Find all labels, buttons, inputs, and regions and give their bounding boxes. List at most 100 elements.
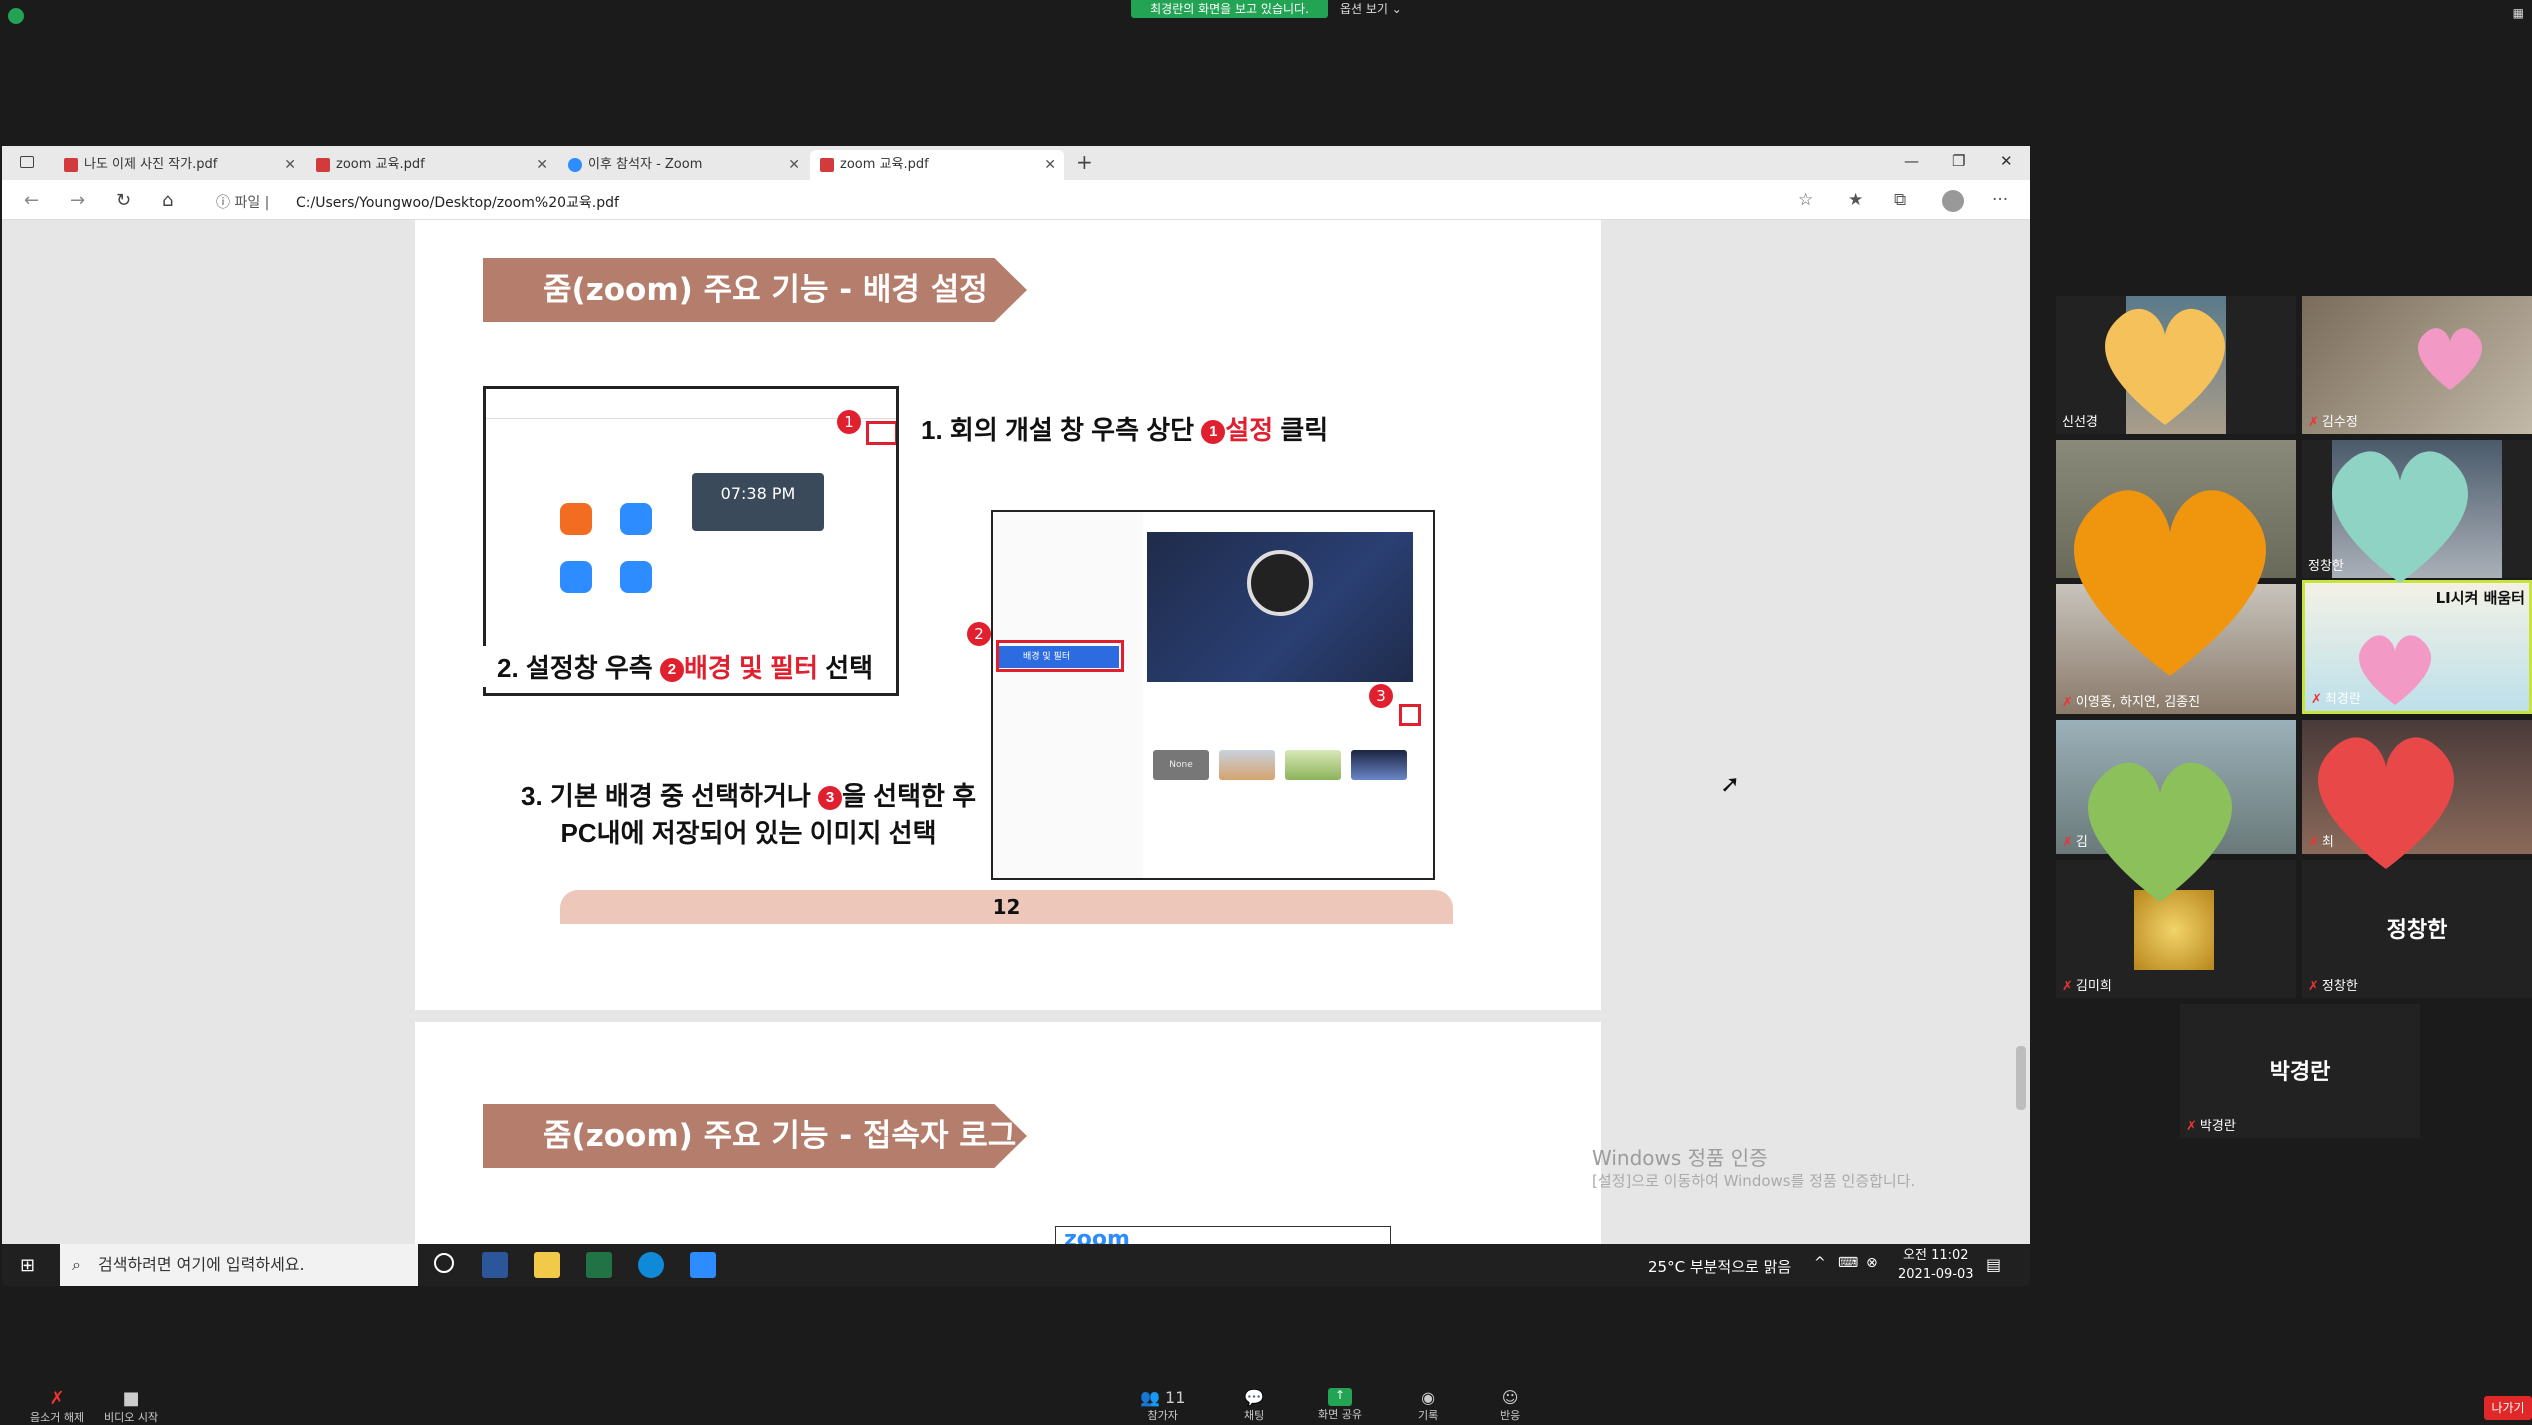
taskbar-search-input[interactable]: ⌕ 검색하려면 여기에 입력하세요. [60, 1244, 418, 1286]
favorites-icon[interactable]: ★ [1848, 190, 1863, 210]
tab-actions-icon[interactable] [20, 156, 34, 168]
clock-widget: 07:38 PM [692, 473, 824, 531]
settings-highlight-box [866, 421, 896, 445]
heart-icon [2074, 490, 2266, 676]
chat-button[interactable]: 💬 채팅 [1244, 1388, 1264, 1423]
more-menu-icon[interactable]: ··· [1992, 190, 2008, 210]
zoom-toolbar: ✗ 음소거 해제 ■ 비디오 시작 👥 11 참가자 💬 채팅 ↑ 화면 공유 ◉ 기록 ☺… [0, 1380, 2532, 1425]
participant-name: ✗ 김미희 [2062, 979, 2112, 994]
heart-icon [2418, 328, 2482, 390]
restore-icon[interactable]: ❐ [1952, 152, 1965, 170]
heart-icon [2088, 762, 2232, 902]
address-scheme-label: 파일 [234, 195, 261, 211]
heart-icon [2332, 451, 2468, 583]
security-shield-icon[interactable] [8, 8, 24, 24]
step-2-text: 2. 설정창 우측 2 배경 및 필터 선택 [483, 646, 888, 687]
reaction-icon: ☺ [1501, 1388, 1519, 1407]
edge-app-icon[interactable] [638, 1252, 664, 1278]
activation-watermark: Windows 정품 인증 [1592, 1146, 1768, 1170]
participant-name: ✗ 정창한 [2308, 979, 2358, 994]
reactions-button[interactable]: ☺ 반응 [1500, 1388, 1520, 1423]
tab-label: zoom 교육.pdf [840, 157, 929, 172]
pdf-icon [820, 158, 834, 172]
callout-2-badge: 2 [967, 622, 991, 646]
tab-bar: 나도 이제 사진 작가.pdf ✕ zoom 교육.pdf ✕ 이후 참석자 -… [2, 146, 2030, 180]
heart-icon [2359, 635, 2431, 705]
step-3-text: 3. 기본 배경 중 선택하거나 3을 선택한 후 PC내에 저장되어 있는 이… [521, 776, 976, 850]
record-button[interactable]: ◉ 기록 [1418, 1388, 1438, 1423]
step-1-prefix: 1. 회의 개설 창 우측 상단 [921, 415, 1202, 445]
tab-zoom-pdf[interactable]: zoom 교육.pdf ✕ [306, 150, 556, 180]
participant-tile[interactable]: 박경란 ✗ 박경란 [2180, 1004, 2420, 1138]
profile-avatar-icon[interactable] [1942, 190, 1964, 212]
close-tab-icon[interactable]: ✕ [788, 150, 800, 180]
muted-mic-icon: ✗ [2311, 692, 2322, 707]
background-grass-option [1285, 750, 1341, 780]
participant-big-name: 정창한 [2386, 918, 2448, 943]
windows-start-icon[interactable]: ⊞ [20, 1255, 35, 1276]
word-app-icon[interactable] [482, 1252, 508, 1278]
close-tab-icon[interactable]: ✕ [1044, 150, 1056, 180]
gallery-view-icon[interactable]: ▦ [2513, 6, 2524, 20]
view-options-button[interactable]: 옵션 보기 ⌄ [1340, 0, 1402, 18]
muted-mic-icon: ✗ [2308, 979, 2319, 994]
close-window-icon[interactable]: ✕ [2000, 152, 2013, 170]
page-number: 12 [560, 890, 1453, 924]
zoom-icon [568, 158, 582, 172]
minimize-icon[interactable]: — [1904, 152, 1919, 170]
tray-overflow-icon[interactable]: ^ [1814, 1255, 1826, 1271]
pdf-viewer[interactable]: 줌(zoom) 주요 기능 - 배경 설정 07:38 PM 2. 설정창 우측… [2, 220, 2030, 1244]
browser-window: 나도 이제 사진 작가.pdf ✕ zoom 교육.pdf ✕ 이후 참석자 -… [2, 146, 2030, 1286]
step-2-prefix: 2. 설정창 우측 [497, 653, 660, 683]
close-tab-icon[interactable]: ✕ [284, 150, 296, 180]
step-1-highlight: 설정 [1225, 415, 1274, 445]
excel-app-icon[interactable] [586, 1252, 612, 1278]
weather-widget[interactable]: 25°C 부분적으로 맑음 [1648, 1256, 1791, 1277]
mouse-cursor-icon: ➚ [1720, 770, 1741, 798]
notification-icon[interactable]: ▤ [1986, 1255, 2001, 1274]
background-none-option: None [1153, 750, 1209, 780]
step-1-badge: 1 [1201, 420, 1226, 445]
heart-icon [2105, 308, 2225, 425]
step-3-line-2: PC내에 저장되어 있는 이미지 선택 [560, 818, 937, 848]
file-explorer-icon[interactable] [534, 1252, 560, 1278]
step-3-prefix: 3. 기본 배경 중 선택하거나 [521, 781, 819, 811]
pdf-page-12: 줌(zoom) 주요 기능 - 배경 설정 07:38 PM 2. 설정창 우측… [415, 220, 1601, 1010]
unmute-button[interactable]: ✗ 음소거 해제 [30, 1388, 84, 1425]
participants-button[interactable]: 👥 11 참가자 [1140, 1388, 1185, 1423]
tab-zoom-meeting[interactable]: 이후 참석자 - Zoom ✕ [558, 150, 808, 180]
home-icon[interactable]: ⌂ [162, 190, 173, 211]
search-icon: ⌕ [72, 1255, 81, 1274]
site-info-label[interactable]: ⓘ 파일 | [216, 192, 269, 212]
zoom-app-icon[interactable] [690, 1252, 716, 1278]
tab-label: zoom 교육.pdf [336, 157, 425, 172]
clock-time: 오전 11:02 [1903, 1248, 1969, 1263]
keyboard-icon[interactable]: ⌨ [1838, 1255, 1858, 1271]
callout-1-badge: 1 [837, 410, 861, 434]
start-video-button[interactable]: ■ 비디오 시작 [104, 1388, 158, 1425]
forward-icon[interactable]: → [70, 190, 85, 211]
scrollbar-thumb[interactable] [2016, 1046, 2026, 1110]
new-tab-button[interactable]: + [1076, 150, 1093, 174]
refresh-icon[interactable]: ↻ [116, 190, 131, 211]
step-2-highlight: 배경 및 필터 [683, 653, 819, 683]
network-icon[interactable]: ⊗ [1866, 1255, 1878, 1271]
add-favorite-icon[interactable]: ☆ [1798, 190, 1813, 210]
share-screen-button[interactable]: ↑ 화면 공유 [1318, 1388, 1362, 1422]
close-tab-icon[interactable]: ✕ [536, 150, 548, 180]
address-bar: ← → ↻ ⌂ ⓘ 파일 | C:/Users/Youngwoo/Desktop… [2, 180, 2030, 220]
windows-taskbar: ⊞ ⌕ 검색하려면 여기에 입력하세요. 25°C 부분적으로 맑음 ^ ⌨ ⊗… [2, 1244, 2030, 1286]
address-url-field[interactable]: C:/Users/Youngwoo/Desktop/zoom%20교육.pdf [296, 192, 619, 212]
taskbar-clock[interactable]: 오전 11:02 2021-09-03 [1898, 1246, 1974, 1284]
leave-meeting-button[interactable]: 나가기 [2484, 1396, 2532, 1420]
share-icon: ↑ [1327, 1388, 1352, 1406]
collections-icon[interactable]: ⧉ [1894, 190, 1906, 210]
tab-zoom-pdf-active[interactable]: zoom 교육.pdf ✕ [810, 150, 1064, 180]
clock-date: 2021-09-03 [1898, 1267, 1974, 1282]
step-2-suffix: 선택 [818, 653, 874, 683]
tab-photo-pdf[interactable]: 나도 이제 사진 작가.pdf ✕ [54, 150, 304, 180]
cortana-icon[interactable] [434, 1253, 454, 1273]
zoom-logo-screenshot: zoom [1055, 1226, 1391, 1244]
back-icon[interactable]: ← [24, 190, 39, 211]
mic-off-icon: ✗ [49, 1388, 65, 1409]
